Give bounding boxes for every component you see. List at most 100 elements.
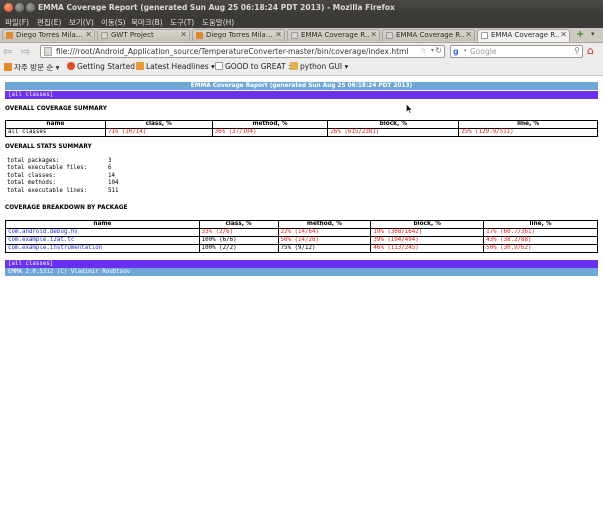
stat-value: 511	[108, 187, 119, 194]
menu-history[interactable]: 이동(S)	[101, 17, 125, 28]
class-coverage-cell: 71% (10/14)	[104, 128, 213, 137]
name-cell: all classes	[5, 128, 106, 137]
window-maximize-button[interactable]	[26, 3, 35, 12]
mouse-pointer-icon	[406, 104, 413, 114]
column-header: class, %	[104, 120, 213, 129]
breakdown-heading: COVERAGE BREAKDOWN BY PACKAGE	[5, 205, 128, 211]
stat-value: 6	[108, 165, 112, 172]
column-header: method, %	[211, 120, 329, 129]
tab-3[interactable]: EMMA Coverage R... ✕	[287, 29, 380, 41]
block-coverage-cell: 19% (308/1642)	[370, 228, 485, 237]
url-bar[interactable]: file:///root/Android_Application_source/…	[40, 45, 445, 58]
search-bar[interactable]: g ▾ Google ⚲	[450, 45, 583, 58]
tab-label: EMMA Coverage R...	[491, 31, 559, 39]
menu-file[interactable]: 파일(F)	[5, 17, 29, 28]
rss-icon	[136, 62, 144, 70]
stat-label: total executable files:	[7, 165, 88, 172]
overall-coverage-table: name class, % method, % block, % line, %…	[5, 120, 598, 137]
search-input[interactable]: Google	[470, 47, 496, 56]
menu-view[interactable]: 보기(V)	[69, 17, 94, 28]
window-minimize-button[interactable]	[15, 3, 24, 12]
folder-icon	[4, 63, 12, 71]
bookmark-latest-headlines[interactable]: Latest Headlines ▾	[136, 62, 215, 71]
table-header-row: name class, % method, % block, % line, %	[5, 120, 598, 129]
close-icon[interactable]: ✕	[275, 30, 282, 39]
package-breakdown-table: name class, % method, % block, % line, %…	[5, 220, 598, 253]
bookmark-star-icon[interactable]: ☆	[420, 46, 427, 55]
column-header: line, %	[483, 220, 598, 229]
menu-help[interactable]: 도움말(H)	[202, 17, 234, 28]
stat-label: total classes:	[7, 172, 56, 179]
close-icon[interactable]: ✕	[465, 30, 472, 39]
report-footer: EMMA 2.0.5312 (C) Vladimir Roubtsov	[5, 268, 598, 276]
column-header: class, %	[198, 220, 279, 229]
bookmark-good-to-great[interactable]: GOOD to GREAT ::	[215, 62, 293, 71]
bookmark-label: python GUI	[300, 62, 343, 71]
url-text[interactable]: file:///root/Android_Application_source/…	[56, 47, 408, 56]
column-header: name	[5, 120, 106, 129]
bookmark-label: GOOD to GREAT ::	[225, 62, 294, 71]
tab-1[interactable]: GWT Project ✕	[97, 29, 190, 41]
tab-5-active[interactable]: EMMA Coverage R... ✕	[477, 29, 570, 42]
page-icon	[6, 32, 13, 39]
menu-bookmarks[interactable]: 북마크(B)	[131, 17, 163, 28]
google-icon[interactable]: g	[453, 47, 462, 56]
bookmark-most-visited[interactable]: 자주 방문 순 ▾	[4, 62, 59, 73]
bookmark-getting-started[interactable]: Getting Started	[67, 62, 135, 71]
tab-label: EMMA Coverage R...	[396, 31, 464, 39]
page-icon	[386, 32, 393, 39]
stat-value: 14	[108, 172, 115, 179]
line-coverage-cell: 25% (129.9/511)	[458, 128, 598, 137]
method-coverage-cell: 22% (14/64)	[277, 228, 372, 237]
close-icon[interactable]: ✕	[85, 30, 92, 39]
menu-tools[interactable]: 도구(T)	[170, 17, 194, 28]
window-close-button[interactable]	[4, 3, 13, 12]
tab-label: EMMA Coverage R...	[301, 31, 369, 39]
page-content: EMMA Coverage Report (generated Sun Aug …	[0, 76, 603, 520]
all-classes-link[interactable]: [all classes]	[8, 260, 53, 268]
tab-list-icon[interactable]: ▾	[591, 30, 595, 38]
back-arrow-icon[interactable]: ⇦	[3, 45, 12, 58]
method-coverage-cell: 50% (14/28)	[277, 236, 372, 245]
home-icon[interactable]: ⌂	[587, 45, 600, 57]
stat-label: total methods:	[7, 180, 56, 187]
forward-arrow-icon[interactable]: ⇨	[21, 45, 30, 58]
overall-coverage-heading: OVERALL COVERAGE SUMMARY	[5, 106, 107, 112]
search-engine-dropdown-icon[interactable]: ▾	[464, 48, 467, 54]
all-classes-link[interactable]: [all classes]	[8, 91, 53, 99]
all-classes-bar-bottom: [all classes]	[5, 260, 598, 268]
column-header: block, %	[370, 220, 485, 229]
menu-bar: 파일(F) 편집(E) 보기(V) 이동(S) 북마크(B) 도구(T) 도움말…	[0, 15, 603, 28]
class-coverage-cell: 100% (2/2)	[198, 244, 279, 253]
line-coverage-cell: 17% (60.7/361)	[483, 228, 598, 237]
page-icon	[291, 32, 298, 39]
line-coverage-cell: 50% (30.9/62)	[483, 244, 598, 253]
tab-label: Diego Torres Mila...	[16, 31, 83, 39]
tab-2[interactable]: Diego Torres Mila... ✕	[192, 29, 285, 41]
firefox-icon	[67, 62, 75, 70]
class-coverage-cell: 33% (2/6)	[198, 228, 279, 237]
magnifier-icon[interactable]: ⚲	[574, 46, 580, 55]
stat-value: 3	[108, 158, 112, 164]
block-coverage-cell: 26% (615/2381)	[327, 128, 460, 137]
package-link[interactable]: com.android.debug.hv	[5, 228, 200, 237]
new-tab-icon[interactable]: +	[576, 29, 584, 40]
close-icon[interactable]: ✕	[180, 30, 187, 39]
column-header: line, %	[458, 120, 598, 129]
package-link[interactable]: com.example.instrumentation	[5, 244, 200, 253]
reload-icon[interactable]: ↻	[435, 46, 442, 55]
method-coverage-cell: 36% (37/104)	[211, 128, 329, 137]
footer-text: EMMA 2.0.5312 (C) Vladimir Roubtsov	[8, 269, 131, 275]
overall-stats-heading: OVERALL STATS SUMMARY	[5, 144, 92, 150]
file-icon	[44, 47, 52, 56]
close-icon[interactable]: ✕	[560, 30, 567, 39]
bookmark-label: 자주 방문 순	[14, 63, 54, 72]
column-header: block, %	[327, 120, 460, 129]
menu-edit[interactable]: 편집(E)	[37, 17, 61, 28]
bookmark-python-gui[interactable]: python GUI ▾	[290, 62, 348, 71]
package-link[interactable]: com.example.i2at.tc	[5, 236, 200, 245]
close-icon[interactable]: ✕	[370, 30, 377, 39]
tab-0[interactable]: Diego Torres Mila... ✕	[2, 29, 95, 41]
tab-4[interactable]: EMMA Coverage R... ✕	[382, 29, 475, 41]
history-dropdown-icon[interactable]: ▾	[431, 47, 434, 54]
